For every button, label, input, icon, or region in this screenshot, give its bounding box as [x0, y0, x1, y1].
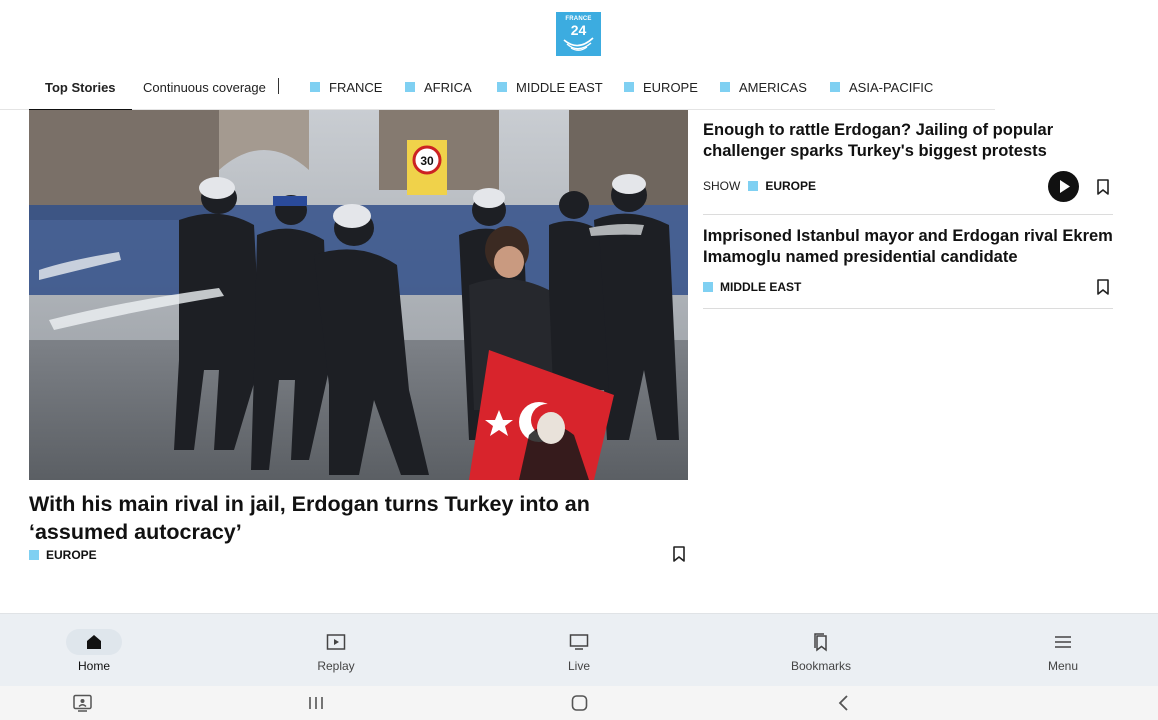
play-button[interactable] [1048, 171, 1079, 202]
tab-bookmarks[interactable]: Bookmarks [761, 614, 881, 687]
nav-tab-label: FRANCE [329, 79, 383, 95]
nav-tab-label: AMERICAS [739, 79, 807, 95]
section-nav: Top Stories Continuous coverage FRANCE A… [0, 64, 995, 111]
section-square-icon [720, 82, 730, 92]
nav-tab-continuous-coverage[interactable]: Continuous coverage [143, 64, 266, 110]
bookmark-icon[interactable] [1096, 279, 1110, 295]
section-square-icon [748, 181, 759, 191]
show-label[interactable]: SHOW [703, 179, 740, 193]
section-square-icon [703, 282, 713, 292]
live-tv-icon [551, 629, 607, 655]
nav-tab-label: EUROPE [643, 79, 698, 95]
system-nav-bar [0, 686, 1158, 720]
nav-tab-asia-pacific[interactable]: ASIA-PACIFIC [830, 64, 933, 110]
tab-label: Bookmarks [790, 659, 852, 673]
tab-label: Home [77, 659, 110, 673]
bookmarks-icon [793, 629, 849, 655]
app-header: FRANCE 24 [0, 0, 1158, 64]
story-tag-label: EUROPE [765, 179, 817, 193]
story-card[interactable]: Enough to rattle Erdogan? Jailing of pop… [703, 120, 1113, 215]
hero-image[interactable]: 30 [29, 110, 688, 480]
back-icon[interactable] [837, 694, 851, 712]
nav-tab-top-stories[interactable]: Top Stories [29, 64, 131, 111]
nav-tab-france[interactable]: FRANCE [310, 64, 382, 110]
france24-logo[interactable]: FRANCE 24 [556, 12, 601, 56]
nav-tab-americas[interactable]: AMERICAS [720, 64, 807, 110]
section-square-icon [405, 82, 415, 92]
tab-menu[interactable]: Menu [1003, 614, 1123, 687]
tab-replay[interactable]: Replay [276, 614, 396, 687]
section-square-icon [29, 550, 39, 560]
play-icon [1060, 180, 1070, 193]
nav-tab-europe[interactable]: EUROPE [624, 64, 698, 110]
nav-tab-label: MIDDLE EAST [516, 79, 603, 95]
hero-photo: 30 [29, 110, 688, 480]
tab-label: Live [567, 659, 590, 673]
story-section-tag[interactable]: EUROPE [748, 179, 816, 193]
nav-tab-africa[interactable]: AFRICA [405, 64, 472, 110]
home-icon [66, 629, 122, 655]
nav-divider [278, 78, 279, 94]
recent-apps-icon[interactable] [308, 694, 324, 712]
section-square-icon [830, 82, 840, 92]
story-headline[interactable]: Imprisoned Istanbul mayor and Erdogan ri… [703, 226, 1113, 268]
section-square-icon [497, 82, 507, 92]
bookmark-icon[interactable] [672, 546, 686, 562]
story-card[interactable]: Imprisoned Istanbul mayor and Erdogan ri… [703, 226, 1113, 309]
section-square-icon [624, 82, 634, 92]
story-meta: MIDDLE EAST [703, 280, 801, 294]
tab-live[interactable]: Live [519, 614, 639, 687]
screen-cast-icon[interactable] [73, 694, 92, 712]
nav-tab-middle-east[interactable]: MIDDLE EAST [497, 64, 603, 110]
nav-tab-label: Top Stories [45, 79, 116, 95]
svg-text:30: 30 [420, 154, 434, 168]
section-square-icon [310, 82, 320, 92]
replay-icon [308, 629, 364, 655]
menu-icon [1035, 629, 1091, 655]
story-tag-label: MIDDLE EAST [720, 280, 802, 294]
home-button-icon[interactable] [571, 694, 588, 712]
story-headline[interactable]: Enough to rattle Erdogan? Jailing of pop… [703, 120, 1113, 162]
nav-tab-label: ASIA-PACIFIC [849, 79, 934, 95]
hero-headline[interactable]: With his main rival in jail, Erdogan tur… [29, 490, 679, 546]
story-meta: SHOW EUROPE [703, 179, 816, 193]
hero-tag-label: EUROPE [46, 548, 97, 562]
logo-waves-icon [563, 37, 594, 51]
bottom-tab-bar: Home Replay Live Bookmarks Menu [0, 613, 1158, 686]
story-section-tag[interactable]: MIDDLE EAST [703, 280, 801, 294]
tab-label: Menu [1047, 659, 1079, 673]
tab-home[interactable]: Home [34, 614, 154, 687]
bookmark-icon[interactable] [1096, 179, 1110, 195]
nav-tab-label: Continuous coverage [143, 79, 266, 95]
tab-label: Replay [317, 659, 355, 673]
hero-section-tag[interactable]: EUROPE [29, 548, 97, 562]
nav-tab-label: AFRICA [424, 79, 472, 95]
